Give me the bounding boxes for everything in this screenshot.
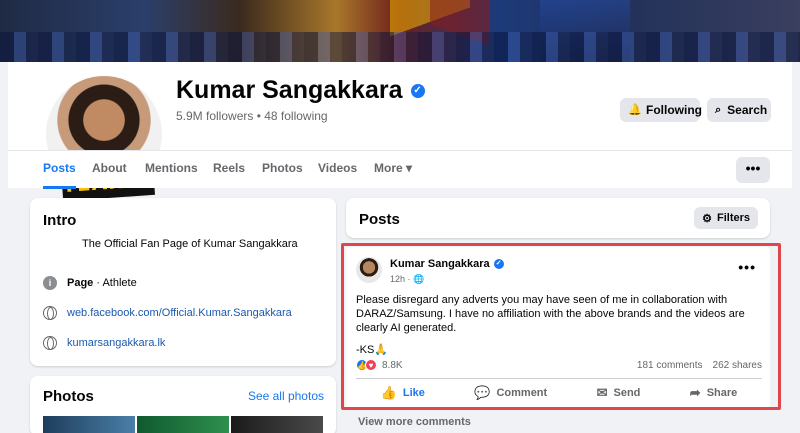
posts-title: Posts	[359, 211, 400, 228]
highlight-box	[341, 243, 781, 410]
photos-title: Photos	[43, 388, 94, 405]
category-value: · Athlete	[93, 277, 137, 289]
photo-thumbnail[interactable]	[43, 416, 135, 433]
page-name-row: Kumar Sangakkara ✓	[176, 76, 425, 105]
search-icon: ⌕	[715, 104, 722, 116]
search-button[interactable]: ⌕ Search	[707, 98, 771, 122]
tab-videos[interactable]: Videos	[318, 151, 357, 189]
intro-category-row: i Page · Athlete	[43, 276, 137, 290]
bell-icon: 🔔	[628, 104, 642, 116]
sliders-icon: ⚙	[702, 212, 712, 225]
search-label: Search	[727, 103, 768, 117]
posts-header-card: Posts ⚙ Filters	[346, 198, 770, 238]
globe-icon	[43, 306, 57, 320]
website-link[interactable]: web.facebook.com/Official.Kumar.Sangakka…	[67, 307, 292, 319]
see-all-photos-link[interactable]: See all photos	[248, 389, 324, 403]
following-label: Following	[646, 103, 702, 117]
tab-mentions[interactable]: Mentions	[145, 151, 198, 189]
globe-icon	[43, 336, 57, 350]
verified-badge-icon: ✓	[410, 83, 425, 98]
tab-about[interactable]: About	[92, 151, 127, 189]
intro-website-row: web.facebook.com/Official.Kumar.Sangakka…	[43, 306, 292, 320]
filters-label: Filters	[716, 212, 750, 224]
view-more-comments-link[interactable]: View more comments	[358, 416, 471, 428]
crowd-decoration	[0, 32, 800, 62]
filters-button[interactable]: ⚙ Filters	[694, 207, 758, 229]
intro-title: Intro	[43, 212, 77, 229]
category-label: Page	[67, 277, 94, 289]
tab-photos[interactable]: Photos	[262, 151, 303, 189]
tab-more[interactable]: More ▾	[374, 151, 412, 189]
more-options-button[interactable]: •••	[736, 157, 770, 183]
intro-website-row: kumarsangakkara.lk	[43, 336, 165, 350]
photos-card: Photos See all photos	[30, 376, 336, 433]
tab-reels[interactable]: Reels	[213, 151, 245, 189]
info-icon: i	[43, 276, 57, 290]
photo-thumbnail[interactable]	[231, 416, 323, 433]
intro-description: The Official Fan Page of Kumar Sangakkar…	[82, 238, 298, 250]
website-link[interactable]: kumarsangakkara.lk	[67, 337, 165, 349]
intro-card: Intro The Official Fan Page of Kumar San…	[30, 198, 336, 366]
following-button[interactable]: 🔔 Following	[620, 98, 702, 122]
cover-photo[interactable]	[0, 0, 800, 62]
photo-thumbnail[interactable]	[137, 416, 229, 433]
profile-tabs: Posts About Mentions Reels Photos Videos…	[8, 150, 792, 189]
tab-posts[interactable]: Posts	[43, 151, 76, 189]
follower-stats[interactable]: 5.9M followers • 48 following	[176, 109, 328, 123]
page-title: Kumar Sangakkara	[176, 76, 403, 104]
